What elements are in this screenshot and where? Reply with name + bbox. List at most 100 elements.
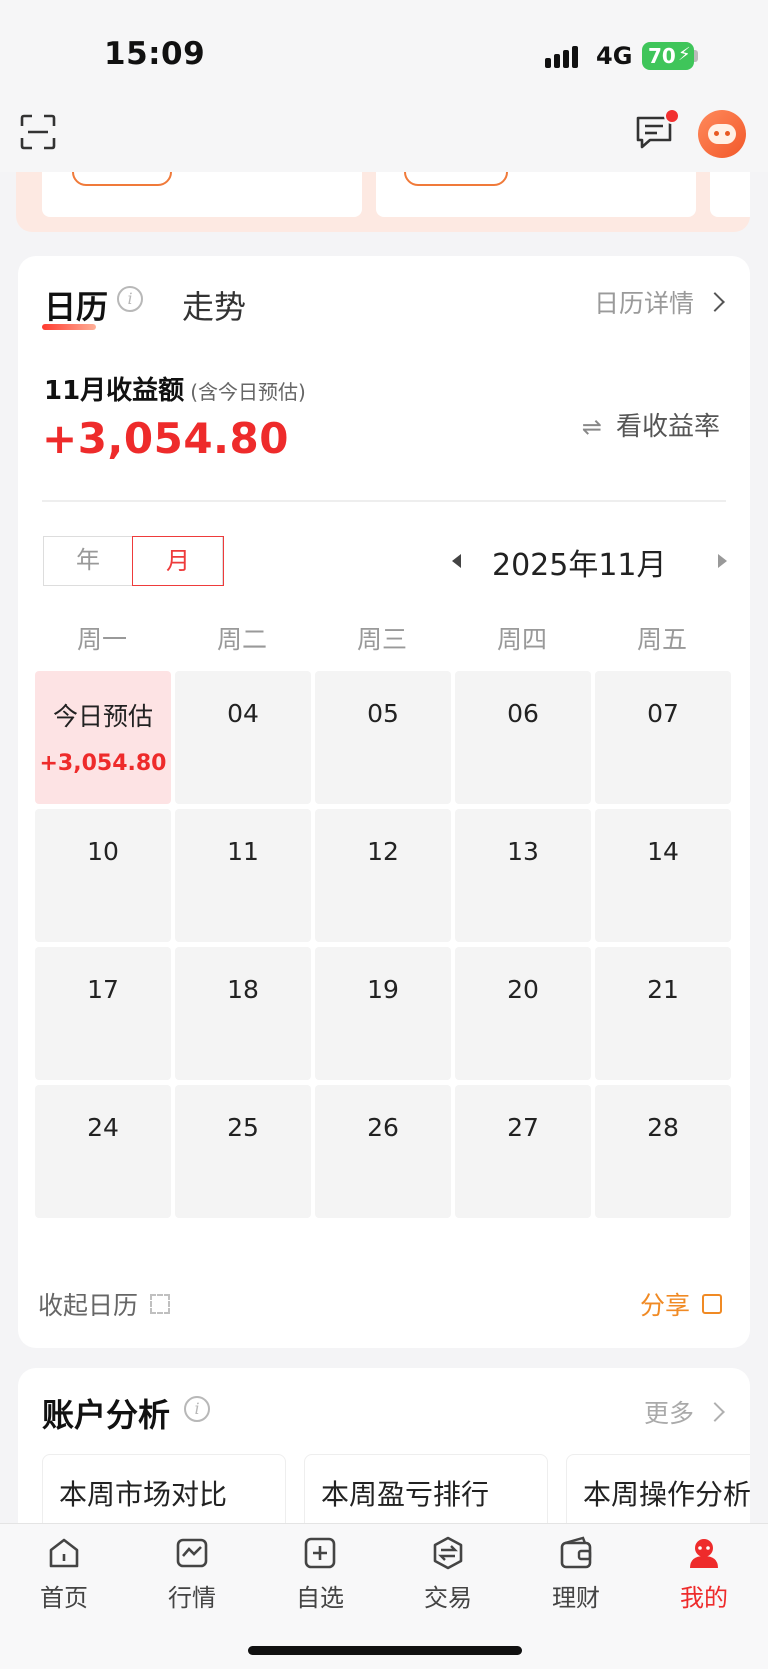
signal-icon [545,44,585,68]
avatar[interactable] [698,110,746,158]
calendar-day[interactable]: 07 [595,671,731,804]
earnings-value: +3,054.80 [42,414,289,463]
calendar-grid: 今日预估 +3,054.80 04 05 06 07 10 11 12 13 1… [35,671,735,1219]
day-number: 17 [87,975,119,1004]
calendar-day[interactable]: 14 [595,809,731,942]
calendar-day[interactable]: 04 [175,671,311,804]
calendar-day[interactable]: 19 [315,947,451,1080]
tab-label: 交易 [424,1584,472,1612]
day-number: 27 [507,1113,539,1142]
day-number: 13 [507,837,539,866]
weekday-label: 周五 [636,625,687,654]
period-segment: 年 月 [43,535,224,586]
tab-label: 首页 [40,1584,88,1612]
analysis-card-title: 本周操作分析 [583,1478,750,1511]
promo-card[interactable] [376,172,696,217]
calendar-day[interactable]: 25 [175,1085,311,1218]
segment-month[interactable]: 月 [132,535,224,586]
calendar-detail-label: 日历详情 [593,289,694,318]
promo-card[interactable] [710,172,750,217]
divider [42,500,726,502]
analysis-card-title: 本周市场对比 [59,1478,228,1511]
month-label: 2025年11月 [492,548,667,583]
day-number: 06 [507,699,539,728]
calendar-day[interactable]: 11 [175,809,311,942]
tab-trend[interactable]: 走势 [182,282,246,328]
share-label: 分享 [639,1291,690,1320]
wallet-icon [560,1536,592,1569]
share-icon [702,1294,722,1314]
earnings-title: 11月收益额 [44,376,185,406]
tab-calendar[interactable]: 日历 [44,282,108,328]
status-time: 15:09 [104,36,206,72]
calendar-day[interactable]: 28 [595,1085,731,1218]
calendar-day[interactable]: 26 [315,1085,451,1218]
info-icon[interactable]: i [184,1396,210,1422]
day-number: 21 [647,975,679,1004]
calendar-day-today[interactable]: 今日预估 +3,054.80 [35,671,171,804]
calendar-day[interactable]: 21 [595,947,731,1080]
calendar-day[interactable]: 27 [455,1085,591,1218]
prev-month-icon[interactable] [452,554,461,568]
tab-label: 理财 [552,1584,600,1612]
trade-icon [433,1536,463,1570]
tab-mine[interactable]: 我的 [654,1536,754,1613]
weekday-label: 周三 [356,625,407,654]
day-number: 26 [367,1113,399,1142]
calendar-day[interactable]: 13 [455,809,591,942]
earnings-label: 11月收益额 (含今日预估) [44,370,306,407]
collapse-label: 收起日历 [38,1291,139,1320]
earnings-note: (含今日预估) [190,380,306,404]
calendar-day[interactable]: 05 [315,671,451,804]
promo-card[interactable] [42,172,362,217]
day-number: 18 [227,975,259,1004]
day-number: 20 [507,975,539,1004]
info-icon[interactable]: i [117,286,143,312]
tab-trade[interactable]: 交易 [398,1536,498,1613]
tab-label: 行情 [168,1584,216,1612]
day-number: 11 [227,837,259,866]
profile-icon [690,1539,718,1568]
calendar-day[interactable]: 18 [175,947,311,1080]
status-bar: 15:09 4G 70 ⚡ [0,0,768,110]
day-number: 25 [227,1113,259,1142]
calendar-day[interactable]: 10 [35,809,171,942]
scan-icon[interactable] [20,114,56,150]
tab-home[interactable]: 首页 [14,1536,114,1613]
segment-year[interactable]: 年 [44,537,132,584]
today-value: +3,054.80 [39,751,167,776]
tab-underline [42,324,96,330]
weekday-label: 周一 [76,625,127,654]
rate-toggle-button[interactable]: ⇌ 看收益率 [582,406,720,443]
day-number: 12 [367,837,399,866]
calendar-day[interactable]: 17 [35,947,171,1080]
home-indicator [248,1646,522,1655]
today-label: 今日预估 [52,702,153,731]
calendar-day[interactable]: 24 [35,1085,171,1218]
day-number: 24 [87,1113,119,1142]
add-square-icon [304,1537,336,1569]
more-link[interactable]: 更多 [644,1394,725,1430]
tab-market[interactable]: 行情 [142,1536,242,1613]
tab-wealth[interactable]: 理财 [526,1536,626,1613]
calendar-day[interactable]: 20 [455,947,591,1080]
calendar-day[interactable]: 12 [315,809,451,942]
charging-icon: ⚡ [678,44,691,65]
home-icon [49,1538,79,1568]
day-number: 19 [367,975,399,1004]
promo-strip [16,172,750,232]
calendar-detail-link[interactable]: 日历详情 [593,284,725,320]
chevron-right-icon [705,292,725,312]
calendar-day[interactable]: 06 [455,671,591,804]
account-analysis-title: 账户分析 [42,1396,171,1434]
swap-icon: ⇌ [581,413,602,441]
chart-icon [176,1538,208,1568]
day-number: 28 [647,1113,679,1142]
next-month-icon[interactable] [718,554,727,568]
rate-toggle-label: 看收益率 [615,412,720,442]
tab-watchlist[interactable]: 自选 [270,1536,370,1613]
share-button[interactable]: 分享 [640,1286,722,1322]
calendar-card: 日历 i 走势 日历详情 11月收益额 (含今日预估) +3,054.80 ⇌ 看收… [18,256,750,1348]
collapse-calendar-button[interactable]: 收起日历 [38,1286,171,1322]
day-number: 05 [367,699,399,728]
